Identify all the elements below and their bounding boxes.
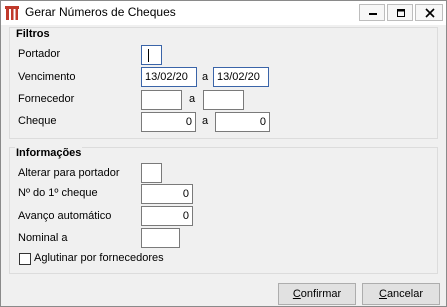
confirmar-label: onfirmar [300,288,342,300]
filtros-title: Filtros [15,28,51,40]
cheque-to-input[interactable]: 0 [215,112,270,132]
minimize-button[interactable] [359,4,385,21]
vencimento-from-input[interactable]: 13/02/20 [141,67,197,87]
nominal-input[interactable] [141,228,180,248]
aglutinar-checkbox[interactable] [19,253,31,265]
minimize-icon [369,13,377,15]
confirmar-accelerator: C [292,288,301,300]
fornecedor-label: Fornecedor [18,93,75,105]
confirmar-button[interactable]: Confirmar [278,283,356,305]
portador-input[interactable] [141,45,162,65]
cancelar-label: ancelar [386,288,424,300]
close-icon [425,8,435,18]
avanco-automatico-label: Avanço automático [18,210,112,222]
alterar-portador-label: Alterar para portador [18,167,120,179]
numero-cheque-input[interactable]: 0 [141,184,193,204]
vencimento-label: Vencimento [18,71,76,83]
cancelar-button[interactable]: Cancelar [362,283,440,305]
nominal-label: Nominal a [18,232,68,244]
window-title: Gerar Números de Cheques [25,5,176,19]
text-caret [148,49,149,62]
fornecedor-separator: a [189,93,196,105]
app-logo-icon [4,4,20,21]
title-bar[interactable]: Gerar Números de Cheques [1,1,446,25]
cheque-label: Cheque [18,115,57,127]
avanco-automatico-input[interactable]: 0 [141,206,193,226]
maximize-button[interactable] [387,4,413,21]
fornecedor-to-input[interactable] [203,90,244,110]
cancelar-accelerator: C [378,288,387,300]
vencimento-to-input[interactable]: 13/02/20 [213,67,269,87]
fornecedor-from-input[interactable] [141,90,182,110]
alterar-portador-input[interactable] [141,163,162,183]
informacoes-title: Informações [15,147,83,159]
aglutinar-label[interactable]: Aglutinar por fornecedores [34,252,164,264]
close-button[interactable] [415,4,443,21]
numero-cheque-label: Nº do 1º cheque [18,187,98,199]
cheque-separator: a [202,115,209,127]
vencimento-separator: a [202,71,209,83]
cheque-from-input[interactable]: 0 [141,112,196,132]
dialog-window: Gerar Números de Cheques Filtros Portado… [0,0,447,307]
portador-label: Portador [18,48,61,60]
maximize-icon [397,9,405,17]
